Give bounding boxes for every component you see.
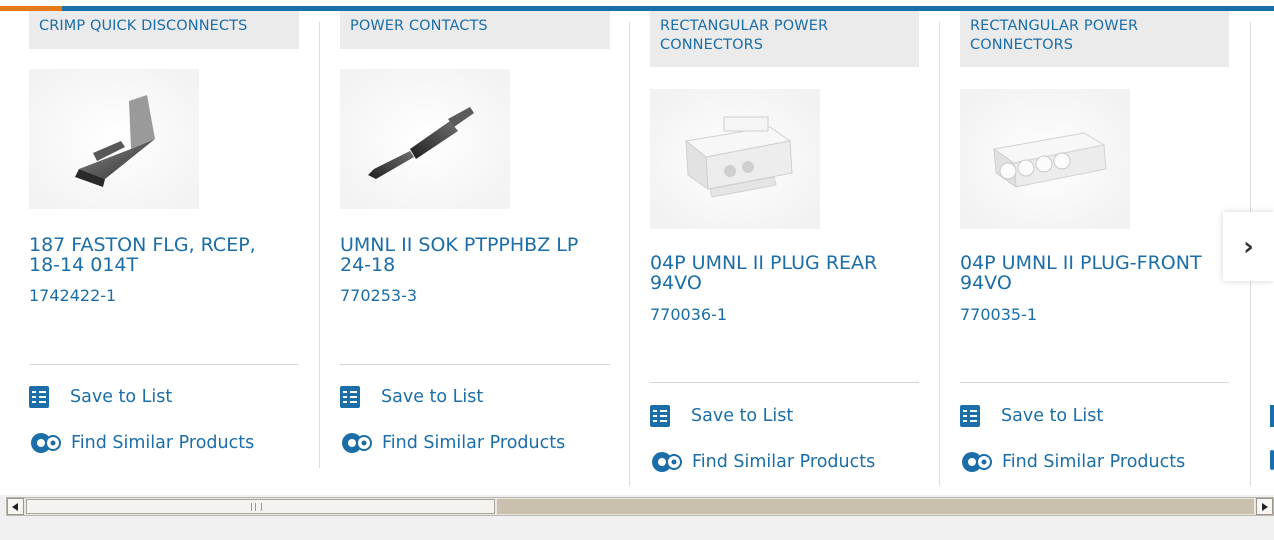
part-number[interactable]: 770253-3 <box>340 286 417 305</box>
horizontal-scrollbar[interactable] <box>6 497 1274 516</box>
card-separator <box>340 364 610 365</box>
part-number[interactable]: 770036-1 <box>650 305 727 324</box>
scrollbar-thumb[interactable] <box>26 499 495 514</box>
checklist-icon <box>29 386 49 408</box>
category-label[interactable]: RECTANGULAR POWER CONNECTORS <box>960 11 1229 67</box>
arrow-right-icon <box>1262 502 1268 511</box>
gears-icon <box>1270 450 1274 470</box>
part-number[interactable]: 1742422-1 <box>29 286 116 305</box>
card-divider <box>939 22 940 486</box>
product-image[interactable] <box>960 89 1130 229</box>
category-label[interactable]: RECTANGULAR POWER CONNECTORS <box>650 11 919 67</box>
find-similar-button[interactable]: Find Similar Products <box>960 450 1185 474</box>
category-label[interactable]: CRIMP QUICK DISCONNECTS <box>29 11 299 49</box>
save-to-list-button[interactable]: Save to List <box>960 405 1103 427</box>
product-image[interactable] <box>650 89 820 229</box>
similar-label: Find Similar Products <box>692 452 876 472</box>
gears-icon <box>652 452 682 472</box>
product-title[interactable]: UMNL II SOK PTPPHBZ LP 24-18 <box>340 235 600 275</box>
product-carousel: CRIMP QUICK DISCONNECTS 187 FASTON FLG, … <box>0 0 1274 495</box>
save-label: Save to List <box>381 387 484 407</box>
checklist-icon <box>340 386 360 408</box>
save-to-list-button[interactable]: Save to List <box>29 386 172 408</box>
product-image[interactable] <box>340 69 510 209</box>
save-to-list-button[interactable]: Save to List <box>340 386 483 408</box>
carousel-next-button[interactable]: › <box>1223 212 1274 281</box>
find-similar-button[interactable]: Find Similar Products <box>650 450 875 474</box>
card-separator <box>29 364 299 365</box>
find-similar-button[interactable]: Find Similar Products <box>29 431 254 455</box>
scroll-left-button[interactable] <box>7 498 24 515</box>
product-title[interactable]: 04P UMNL II PLUG-FRONT 94VO <box>960 253 1222 293</box>
gears-icon <box>962 452 992 472</box>
similar-label: Find Similar Products <box>382 433 566 453</box>
product-image[interactable] <box>29 69 199 209</box>
card-separator <box>650 382 919 383</box>
gears-icon <box>342 433 372 453</box>
find-similar-button[interactable]: Find Similar Products <box>340 431 565 455</box>
product-title[interactable]: 04P UMNL II PLUG REAR 94VO <box>650 253 912 293</box>
similar-label: Find Similar Products <box>71 433 255 453</box>
gears-icon <box>31 433 61 453</box>
product-title[interactable]: 187 FASTON FLG, RCEP, 18-14 014T <box>29 235 289 275</box>
checklist-icon <box>960 405 980 427</box>
card-divider <box>319 22 320 468</box>
arrow-left-icon <box>12 502 18 511</box>
save-label: Save to List <box>70 387 173 407</box>
save-label: Save to List <box>1001 406 1104 426</box>
save-label: Save to List <box>691 406 794 426</box>
grip-icon <box>251 503 262 511</box>
category-label[interactable]: POWER CONTACTS <box>340 11 610 49</box>
chevron-right-icon: › <box>1243 231 1254 262</box>
checklist-icon <box>650 405 670 427</box>
card-separator <box>960 382 1229 383</box>
scrollbar-track[interactable] <box>497 499 1254 514</box>
checklist-icon <box>1270 405 1274 427</box>
save-to-list-button[interactable]: Save to List <box>650 405 793 427</box>
card-divider <box>629 22 630 486</box>
scroll-right-button[interactable] <box>1256 498 1273 515</box>
part-number[interactable]: 770035-1 <box>960 305 1037 324</box>
similar-label: Find Similar Products <box>1002 452 1186 472</box>
